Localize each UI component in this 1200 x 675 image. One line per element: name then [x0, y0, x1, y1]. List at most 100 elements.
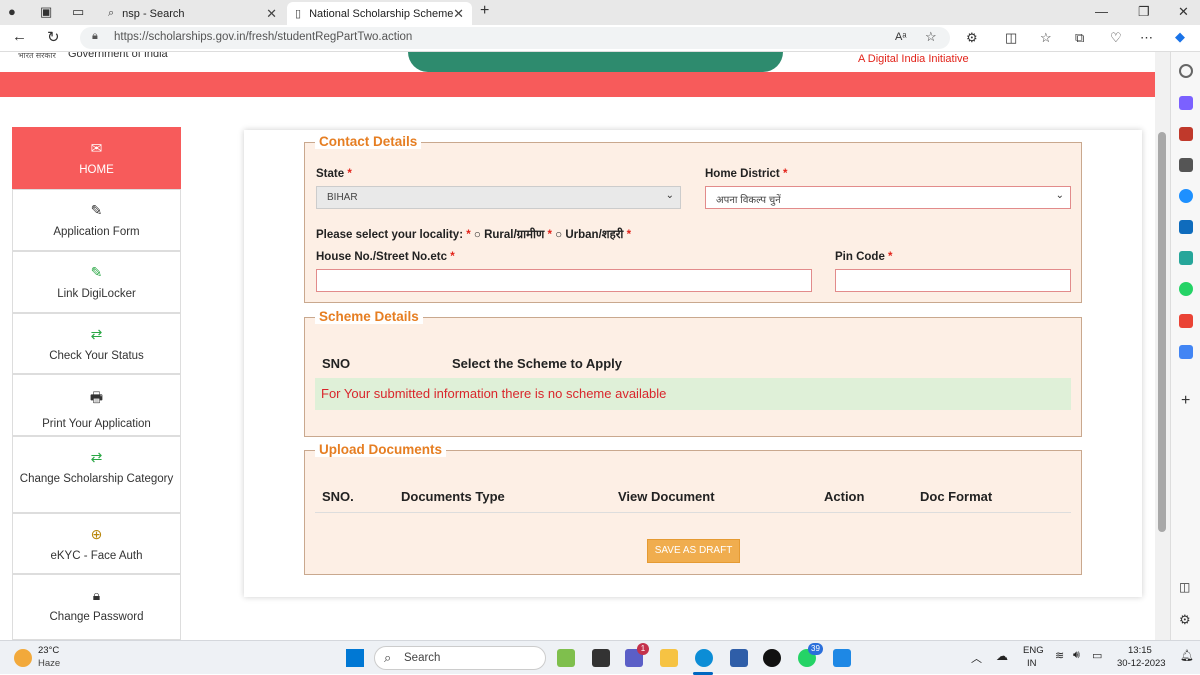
workspaces-icon[interactable]: ▣ [40, 4, 52, 20]
sidebar-item-ekyc[interactable]: ⊕ eKYC - Face Auth [12, 513, 181, 574]
shopping-icon[interactable] [1179, 96, 1193, 110]
task-view-icon[interactable] [592, 649, 610, 667]
address-bar[interactable]: 🔒︎ https://scholarships.gov.in/fresh/stu… [80, 27, 950, 49]
tab-actions-icon[interactable]: ▭ [72, 4, 84, 20]
sidebar-item-change-category[interactable]: ⇄ Change Scholarship Category [12, 436, 181, 513]
search-icon[interactable] [1179, 64, 1193, 78]
split-screen-icon[interactable]: ◫ [1005, 30, 1017, 46]
close-window-icon[interactable]: ✕ [1178, 4, 1189, 20]
refresh-icon[interactable]: ↻ [47, 28, 60, 46]
scheme-details-legend: Scheme Details [315, 309, 423, 324]
sidebar-item-home[interactable]: ✉ HOME [12, 127, 181, 189]
chevron-down-icon: ⌄ [1055, 190, 1064, 201]
whatsapp-icon[interactable] [1179, 282, 1193, 296]
sidebar-item-link-digilocker[interactable]: ✎ Link DigiLocker [12, 251, 181, 313]
copilot-icon[interactable]: ◆ [1175, 29, 1185, 45]
language-code[interactable]: ENG [1023, 645, 1044, 656]
banner-graphic [408, 52, 783, 72]
tab-label: nsp - Search [122, 7, 185, 20]
rural-label: Rural/ग्रामीण [484, 229, 545, 241]
sidebar-item-application-form[interactable]: ✎ Application Form [12, 189, 181, 251]
more-menu-icon[interactable]: ⋯ [1140, 30, 1153, 46]
digital-india-text: A Digital India Initiative [858, 53, 969, 65]
district-select[interactable]: अपना विकल्प चुनें ⌄ [705, 186, 1071, 209]
add-icon[interactable]: + [1181, 392, 1190, 410]
state-select[interactable]: BIHAR ⌄ [316, 186, 681, 209]
notifications-icon[interactable]: 🔔︎ [1180, 649, 1194, 662]
sidebar-item-label: Check Your Status [49, 350, 144, 362]
sidebar-item-label: Change Password [49, 611, 144, 623]
minimize-icon[interactable]: — [1095, 4, 1108, 19]
view-document-header: View Document [618, 489, 715, 504]
profile-icon[interactable]: ● [8, 4, 16, 19]
scrollbar-thumb[interactable] [1158, 132, 1166, 532]
print-icon: 🖶 [89, 389, 104, 405]
close-icon[interactable]: ✕ [453, 6, 464, 22]
contact-details-legend: Contact Details [315, 134, 422, 149]
registration-card: Contact Details State * BIHAR ⌄ Home Dis… [244, 130, 1142, 597]
file-explorer-icon[interactable] [660, 649, 678, 667]
cloud-icon[interactable]: ☁ [996, 649, 1008, 663]
save-as-draft-button[interactable]: SAVE AS DRAFT [647, 539, 740, 563]
pin-input[interactable] [835, 269, 1071, 292]
urban-radio[interactable]: ○ [555, 229, 562, 241]
sidebar-item-check-status[interactable]: ⇄ Check Your Status [12, 313, 181, 374]
no-scheme-message: For Your submitted information there is … [315, 378, 1071, 410]
clock-time[interactable]: 13:15 [1128, 645, 1152, 656]
doc-sno-header: SNO. [322, 489, 354, 504]
scheme-details-section: Scheme Details SNO Select the Scheme to … [304, 309, 1082, 437]
gmail-icon[interactable] [1179, 314, 1193, 328]
start-windows-icon[interactable] [346, 649, 364, 667]
back-icon[interactable]: ← [12, 28, 27, 45]
chevron-down-icon: ⌄ [665, 190, 674, 201]
favorites-icon[interactable]: ☆ [1040, 30, 1052, 46]
rural-radio[interactable]: ○ [474, 229, 481, 241]
store-icon[interactable] [730, 649, 748, 667]
extensions-icon[interactable]: ⚙ [966, 30, 978, 46]
locality-label: Please select your locality: * ○ Rural/ग… [316, 229, 632, 241]
microsoft365-icon[interactable] [1179, 189, 1193, 203]
outlook-icon[interactable] [1179, 220, 1193, 234]
sidebar-layout-icon[interactable]: ◫ [1179, 580, 1190, 594]
translate-icon[interactable] [1179, 345, 1193, 359]
close-icon[interactable]: ✕ [266, 6, 277, 22]
house-input[interactable] [316, 269, 812, 292]
page-scrollbar[interactable] [1155, 52, 1170, 640]
tab-nsp-search[interactable]: ⌕ nsp - Search ✕ [100, 2, 285, 25]
taskbar-search[interactable]: ⌕ Search [374, 646, 546, 670]
browser-essentials-icon[interactable]: ♡ [1110, 30, 1122, 46]
chevron-up-icon[interactable]: ︿ [971, 650, 982, 666]
tab-national-scholarship[interactable]: ▯ National Scholarship Scheme ✕ [287, 2, 472, 25]
language-region: IN [1027, 658, 1037, 669]
envelope-icon: ✉ [90, 140, 103, 156]
sidebar-item-label: Change Scholarship Category [19, 473, 174, 485]
search-icon: ⌕ [384, 650, 392, 665]
drop-icon[interactable] [1179, 251, 1193, 265]
sidebar-item-label: HOME [79, 164, 114, 176]
web-page: भारत सरकार Government of India A Digital… [0, 52, 1155, 640]
sidebar-item-print-application[interactable]: 🖶 Print Your Application [12, 374, 181, 436]
read-aloud-icon[interactable]: Aᵃ [895, 31, 906, 43]
wifi-icon[interactable]: ≋ [1055, 649, 1064, 662]
doc-format-header: Doc Format [920, 489, 993, 504]
weather-icon[interactable] [14, 649, 32, 667]
volume-icon[interactable]: 🔊︎ [1073, 649, 1080, 662]
new-tab-button[interactable]: + [480, 2, 489, 20]
edge-icon[interactable] [695, 649, 713, 667]
maximize-icon[interactable]: ❐ [1138, 4, 1150, 20]
emblem-logo: भारत सरकार [18, 52, 56, 60]
edit-icon: ✎ [90, 202, 103, 218]
urban-label: Urban/शहरी [565, 229, 624, 241]
copilot-app-icon[interactable] [557, 649, 575, 667]
collections-icon[interactable]: ⧉ [1075, 30, 1084, 46]
favorite-star-icon[interactable]: ☆ [925, 29, 937, 45]
remote-desktop-icon[interactable] [833, 649, 851, 667]
games-icon[interactable] [1179, 158, 1193, 172]
sidebar-item-label: Print Your Application [42, 418, 151, 430]
battery-icon[interactable]: ▭ [1092, 649, 1102, 662]
sno-header: SNO [322, 356, 351, 371]
sidebar-item-change-password[interactable]: 🔒︎ Change Password [12, 574, 181, 640]
tools-icon[interactable] [1179, 127, 1193, 141]
dell-icon[interactable] [763, 649, 781, 667]
settings-gear-icon[interactable]: ⚙ [1179, 612, 1191, 628]
